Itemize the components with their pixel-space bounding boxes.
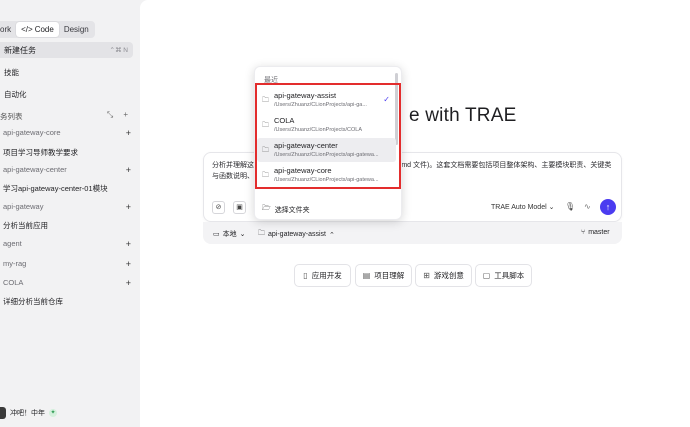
quick-action-label: 工具脚本: [494, 271, 525, 280]
mode-code-label: Code: [34, 25, 54, 34]
plus-icon[interactable]: +: [126, 202, 131, 212]
group-name: COLA: [3, 278, 24, 287]
sidebar: ork </> Code Design 新建任务 ⌃⌘ N 技能 自动化 务列表 …: [0, 0, 140, 427]
shortcut-hint: ⌃⌘ N: [109, 47, 128, 54]
nav-skills[interactable]: 技能: [4, 67, 19, 78]
task-item[interactable]: 项目学习导师教学要求: [3, 147, 78, 158]
phone-icon: ▯: [303, 271, 308, 280]
plus-icon[interactable]: +: [126, 128, 131, 138]
quick-action-app-dev[interactable]: ▯ 应用开发: [294, 264, 351, 287]
branch-icon: ⑂: [581, 229, 586, 236]
voice-wave-icon[interactable]: ∿: [584, 202, 591, 211]
plus-icon[interactable]: +: [126, 165, 131, 175]
new-task-label: 新建任务: [4, 45, 36, 55]
quick-action-tool[interactable]: ▢ 工具脚本: [475, 264, 532, 287]
nav-automation[interactable]: 自动化: [4, 89, 27, 100]
branch-selector[interactable]: ⑂ master: [581, 229, 610, 236]
choose-folder-label: 选择文件夹: [274, 206, 310, 214]
user-name: 冲吧！中年: [10, 410, 45, 417]
group-api-gateway[interactable]: api-gateway +: [3, 200, 131, 213]
task-item[interactable]: 学习api-gateway-center-01模块: [3, 183, 108, 194]
quick-action-project[interactable]: ▤ 项目理解: [355, 264, 412, 287]
task-list-actions: ⤡ +: [107, 110, 128, 120]
chevron-down-icon: ⌄: [548, 204, 555, 211]
group-my-rag[interactable]: my-rag +: [3, 257, 131, 270]
group-name: my-rag: [3, 259, 27, 268]
game-icon: ⊞: [423, 271, 430, 280]
code-icon: </>: [21, 25, 33, 34]
plus-icon[interactable]: +: [126, 239, 131, 249]
mode-code[interactable]: </> Code: [16, 22, 59, 37]
plus-icon[interactable]: +: [126, 278, 131, 288]
quick-action-label: 应用开发: [311, 271, 342, 280]
env-label: 本地: [222, 231, 237, 238]
prompt-text-line2: 与函数说明、: [212, 173, 254, 180]
attach-icon[interactable]: ⊘: [212, 201, 225, 214]
plus-icon[interactable]: +: [126, 259, 131, 269]
chevron-up-icon: ⌃: [328, 231, 335, 239]
quick-action-label: 游戏创意: [433, 271, 464, 280]
group-agent[interactable]: agent +: [3, 237, 131, 250]
group-name: agent: [3, 239, 22, 248]
mode-switcher: ork </> Code Design: [0, 21, 95, 38]
composer-context-bar: ▭ 本地 ⌄ 🗀 api-gateway-assist ⌃ ⑂ master: [203, 222, 622, 244]
group-name: api-gateway-center: [3, 165, 67, 174]
send-button[interactable]: ↑: [600, 199, 616, 215]
new-task-button[interactable]: 新建任务 ⌃⌘ N: [0, 42, 133, 58]
group-api-gateway-core[interactable]: api-gateway-core +: [3, 126, 131, 139]
repo-label: api-gateway-assist: [268, 231, 326, 238]
highlight-annotation-box: [255, 83, 401, 189]
group-cola[interactable]: COLA +: [3, 276, 131, 289]
group-name: api-gateway-core: [3, 128, 61, 137]
env-selector[interactable]: ▭ 本地 ⌄: [213, 229, 246, 239]
add-icon[interactable]: +: [123, 110, 128, 120]
doc-icon: ▤: [362, 271, 371, 280]
prompt-text-part2: (md 文件)。这套文档需要包括项目整体架构、主要模块职责、关键类: [399, 162, 612, 169]
quick-action-game[interactable]: ⊞ 游戏创意: [415, 264, 472, 287]
tool-icon: ▢: [482, 271, 491, 280]
mic-icon[interactable]: 🎙︎: [565, 202, 575, 211]
choose-folder-option[interactable]: 🗁 选择文件夹: [262, 204, 310, 215]
group-name: api-gateway: [3, 202, 44, 211]
repo-selector[interactable]: 🗀 api-gateway-assist ⌃: [258, 229, 335, 240]
mode-work[interactable]: ork: [0, 22, 16, 37]
avatar: [0, 407, 6, 419]
hero-title: e with TRAE: [409, 105, 517, 126]
mode-design[interactable]: Design: [59, 22, 94, 37]
arrow-up-icon: ↑: [605, 202, 611, 212]
chevron-down-icon: ⌄: [239, 231, 246, 238]
model-label: TRAE Auto Model: [491, 204, 547, 211]
folder-open-icon: 🗁: [262, 205, 271, 212]
collapse-icon[interactable]: ⤡: [107, 110, 113, 120]
quick-action-label: 项目理解: [374, 271, 405, 280]
model-selector[interactable]: TRAE Auto Model ⌄: [491, 203, 554, 211]
status-badge-icon: ✦: [49, 409, 57, 417]
branch-label: master: [588, 229, 610, 236]
image-icon[interactable]: ▣: [233, 201, 246, 214]
folder-icon: 🗀: [258, 230, 265, 237]
task-item[interactable]: 详细分析当前仓库: [3, 296, 63, 307]
group-api-gateway-center[interactable]: api-gateway-center +: [3, 163, 131, 176]
task-item[interactable]: 分析当前应用: [3, 220, 48, 231]
user-profile[interactable]: 冲吧！中年 ✦: [0, 407, 57, 419]
task-list-title: 务列表: [0, 112, 23, 121]
monitor-icon: ▭: [213, 231, 220, 238]
